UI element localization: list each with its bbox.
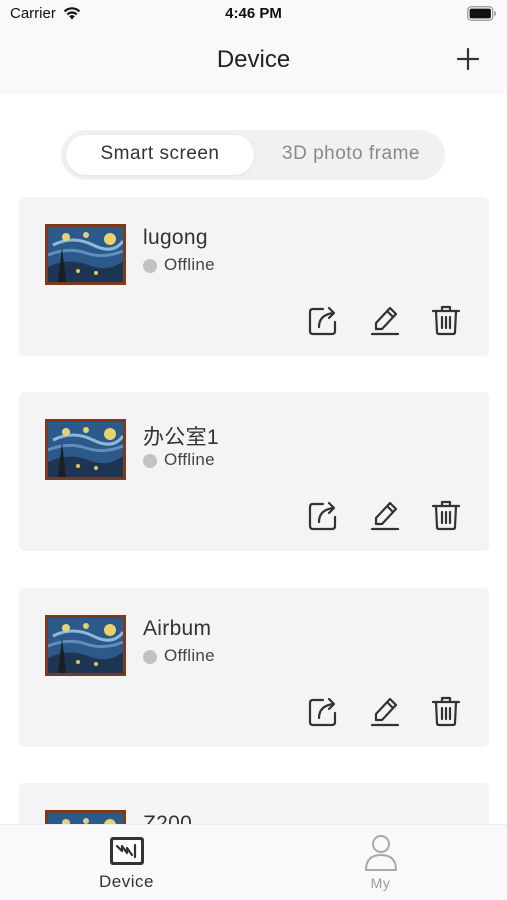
device-name: Airbum bbox=[143, 617, 212, 640]
share-icon bbox=[308, 697, 337, 727]
share-button[interactable] bbox=[306, 498, 340, 532]
share-icon bbox=[308, 501, 337, 531]
add-device-button[interactable] bbox=[455, 46, 481, 72]
tab-my-label: My bbox=[370, 875, 391, 891]
delete-button[interactable] bbox=[429, 303, 463, 337]
device-name: Z200 bbox=[143, 812, 193, 824]
device-screen-icon bbox=[108, 833, 146, 871]
edit-pencil-icon bbox=[370, 306, 400, 336]
tab-my[interactable]: My bbox=[254, 825, 507, 900]
edit-pencil-icon bbox=[370, 501, 400, 531]
status-dot-icon bbox=[143, 454, 157, 468]
plus-icon bbox=[456, 47, 480, 71]
clock-time: 4:46 PM bbox=[225, 5, 282, 22]
segment-smart-screen[interactable]: Smart screen bbox=[61, 143, 259, 165]
delete-button[interactable] bbox=[429, 694, 463, 728]
trash-icon bbox=[431, 305, 461, 336]
starry-night-thumbnail bbox=[48, 227, 123, 282]
starry-night-thumbnail bbox=[48, 422, 123, 477]
person-icon bbox=[362, 833, 400, 871]
device-list[interactable]: lugong Offline 办公室1 Offline Airbum Offline Z20… bbox=[0, 0, 507, 824]
device-card[interactable]: Z200Offline bbox=[19, 783, 489, 824]
delete-button[interactable] bbox=[429, 498, 463, 532]
device-thumbnail bbox=[45, 224, 126, 285]
trash-icon bbox=[431, 696, 461, 727]
edit-button[interactable] bbox=[368, 694, 402, 728]
status-dot-icon bbox=[143, 259, 157, 273]
page-title: Device bbox=[216, 46, 291, 73]
device-status: Offline bbox=[164, 646, 215, 665]
share-button[interactable] bbox=[306, 303, 340, 337]
device-card[interactable]: 办公室1 Offline bbox=[19, 392, 489, 551]
nav-bar: Device bbox=[0, 28, 507, 94]
edit-pencil-icon bbox=[370, 697, 400, 727]
device-name: 办公室1 bbox=[143, 426, 219, 449]
starry-night-thumbnail bbox=[48, 618, 123, 673]
edit-button[interactable] bbox=[368, 303, 402, 337]
device-thumbnail bbox=[45, 419, 126, 480]
device-screen: lugong Offline 办公室1 Offline Airbum Offline Z20… bbox=[0, 0, 507, 900]
share-icon bbox=[308, 306, 337, 336]
device-name: lugong bbox=[143, 226, 208, 249]
status-dot-icon bbox=[143, 650, 157, 664]
device-thumbnail bbox=[45, 810, 126, 824]
trash-icon bbox=[431, 500, 461, 531]
edit-button[interactable] bbox=[368, 498, 402, 532]
tab-device-label: Device bbox=[99, 872, 154, 891]
device-status: Offline bbox=[164, 450, 215, 469]
device-status: Offline bbox=[164, 255, 215, 274]
starry-night-thumbnail bbox=[48, 813, 123, 824]
device-type-segmented-control: Smart screen 3D photo frame bbox=[61, 130, 445, 180]
battery-icon bbox=[467, 6, 497, 21]
tab-device[interactable]: Device bbox=[0, 825, 253, 900]
device-card[interactable]: Airbum Offline bbox=[19, 588, 489, 747]
device-thumbnail bbox=[45, 615, 126, 676]
tab-bar: Device My bbox=[0, 824, 507, 900]
share-button[interactable] bbox=[306, 694, 340, 728]
status-bar: Carrier 4:46 PM bbox=[0, 0, 507, 28]
segment-3d-photo-frame[interactable]: 3D photo frame bbox=[257, 143, 445, 165]
device-card[interactable]: lugong Offline bbox=[19, 197, 489, 356]
